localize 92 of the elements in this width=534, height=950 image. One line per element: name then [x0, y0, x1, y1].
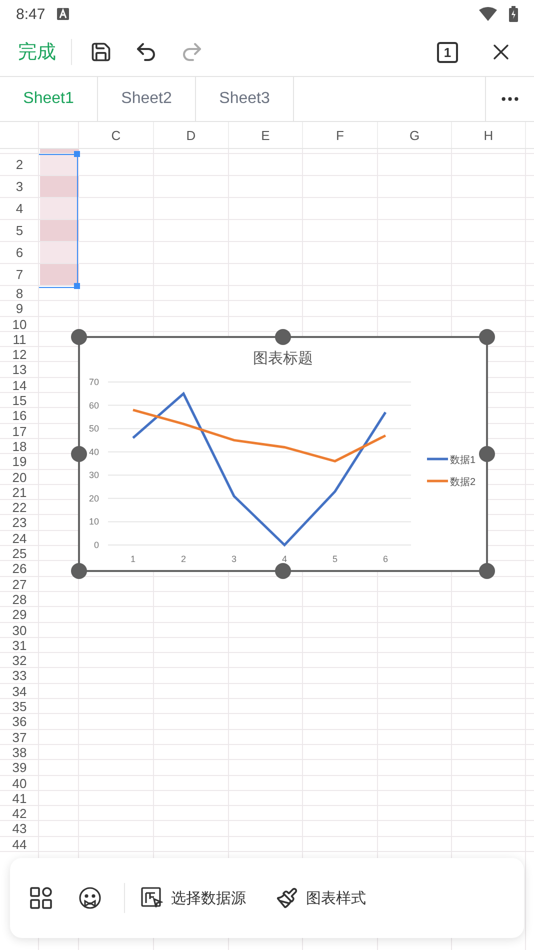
row-header[interactable]: 42 [0, 806, 39, 822]
row-header[interactable]: 29 [0, 607, 39, 622]
row-header[interactable]: 4 [0, 198, 39, 219]
axis-tick-label: 30 [88, 470, 99, 480]
axis-tick-label: 50 [88, 424, 99, 434]
row-header[interactable]: 41 [0, 790, 39, 806]
column-header[interactable]: E [229, 122, 303, 148]
brush-icon [276, 887, 298, 909]
column-header[interactable]: C [79, 122, 154, 148]
column-header[interactable]: G [378, 122, 452, 148]
row-header[interactable]: 36 [0, 714, 39, 730]
row-header[interactable]: 21 [0, 484, 39, 500]
row-header[interactable]: 24 [0, 530, 39, 546]
row-header[interactable]: 17 [0, 424, 39, 439]
row-header[interactable]: 30 [0, 622, 39, 638]
column-header[interactable]: D [154, 122, 229, 148]
grid-cell[interactable] [40, 154, 79, 175]
row-header[interactable]: 39 [0, 760, 39, 776]
row-header[interactable]: 25 [0, 546, 39, 562]
axis-tick-label: 0 [94, 540, 99, 550]
axis-tick-label: 60 [88, 400, 99, 410]
resize-handle[interactable] [479, 446, 495, 462]
legend-label: 数据2 [450, 477, 476, 488]
toolbar-action[interactable]: 选择数据源 [137, 883, 250, 913]
axis-tick-label: 3 [232, 554, 236, 564]
row-header[interactable]: 22 [0, 500, 39, 516]
resize-handle[interactable] [71, 446, 87, 462]
row-header[interactable]: 31 [0, 638, 39, 653]
grid-cell[interactable] [40, 264, 79, 285]
row-header[interactable]: 2 [0, 154, 39, 175]
row-header[interactable]: 26 [0, 561, 39, 576]
axis-tick-label: 6 [383, 554, 388, 564]
resize-handle[interactable] [71, 329, 87, 345]
column-header[interactable]: F [303, 122, 378, 148]
row-header[interactable]: 34 [0, 684, 39, 699]
resize-handle[interactable] [479, 563, 495, 579]
axis-tick-label: 5 [332, 554, 338, 564]
row-header[interactable]: 9 [0, 301, 39, 316]
grid-cell[interactable] [40, 242, 79, 263]
axis-tick-label: 10 [88, 516, 99, 527]
axis-tick-label: 20 [88, 493, 99, 504]
row-header[interactable]: 12 [0, 347, 39, 362]
wifi-icon [479, 7, 497, 21]
row-header[interactable]: 16 [0, 408, 39, 424]
axis-tick-label: 2 [181, 554, 186, 564]
row-header[interactable]: 10 [0, 316, 39, 332]
resize-handle[interactable] [71, 563, 87, 579]
row-header[interactable]: 5 [0, 220, 39, 241]
row-header[interactable]: 18 [0, 438, 39, 454]
resize-handle[interactable] [275, 563, 291, 579]
row-header[interactable]: 14 [0, 378, 39, 393]
selection-handle[interactable] [74, 283, 80, 289]
row-header[interactable]: 13 [0, 362, 39, 378]
selection-handle[interactable] [74, 151, 80, 157]
row-header[interactable]: 35 [0, 699, 39, 714]
row-header[interactable]: 37 [0, 730, 39, 745]
toolbar-action[interactable]: 图表样式 [272, 883, 370, 913]
data-source-icon [141, 887, 163, 909]
row-header[interactable]: 40 [0, 776, 39, 790]
row-header[interactable]: 20 [0, 470, 39, 485]
status-time: 8:47 [16, 6, 46, 22]
row-header[interactable]: 8 [0, 286, 39, 301]
row-header[interactable]: 3 [0, 176, 39, 197]
row-header[interactable]: 43 [0, 821, 39, 836]
row-header[interactable]: 44 [0, 836, 39, 852]
resize-handle[interactable] [275, 329, 291, 345]
resize-handle[interactable] [479, 329, 495, 345]
row-header[interactable]: 19 [0, 454, 39, 470]
column-header[interactable]: H [452, 122, 526, 148]
row-header[interactable]: 38 [0, 744, 39, 760]
row-header[interactable]: 6 [0, 242, 39, 263]
axis-tick-label: 1 [130, 554, 136, 564]
notification-icon [57, 8, 70, 20]
axis-tick-label: 40 [88, 446, 99, 457]
chart-title: 图表标题 [253, 350, 313, 367]
row-header[interactable]: 32 [0, 653, 39, 668]
row-header[interactable]: 7 [0, 264, 39, 285]
axis-tick-label: 4 [282, 554, 287, 564]
row-header[interactable]: 28 [0, 592, 39, 607]
row-header[interactable]: 23 [0, 515, 39, 530]
row-header[interactable]: 15 [0, 393, 39, 408]
battery-icon [509, 6, 518, 22]
grid-cell[interactable] [40, 198, 79, 219]
sheet-count-button[interactable]: 1 [437, 42, 458, 62]
legend-label: 数据1 [450, 455, 476, 466]
axis-tick-label: 70 [88, 377, 99, 387]
row-header[interactable]: 27 [0, 576, 39, 592]
grid-cell[interactable] [40, 149, 79, 153]
row-header[interactable]: 33 [0, 668, 39, 684]
grid-cell[interactable] [40, 176, 79, 197]
grid-cell[interactable] [40, 220, 79, 241]
row-header[interactable]: 11 [0, 332, 39, 347]
